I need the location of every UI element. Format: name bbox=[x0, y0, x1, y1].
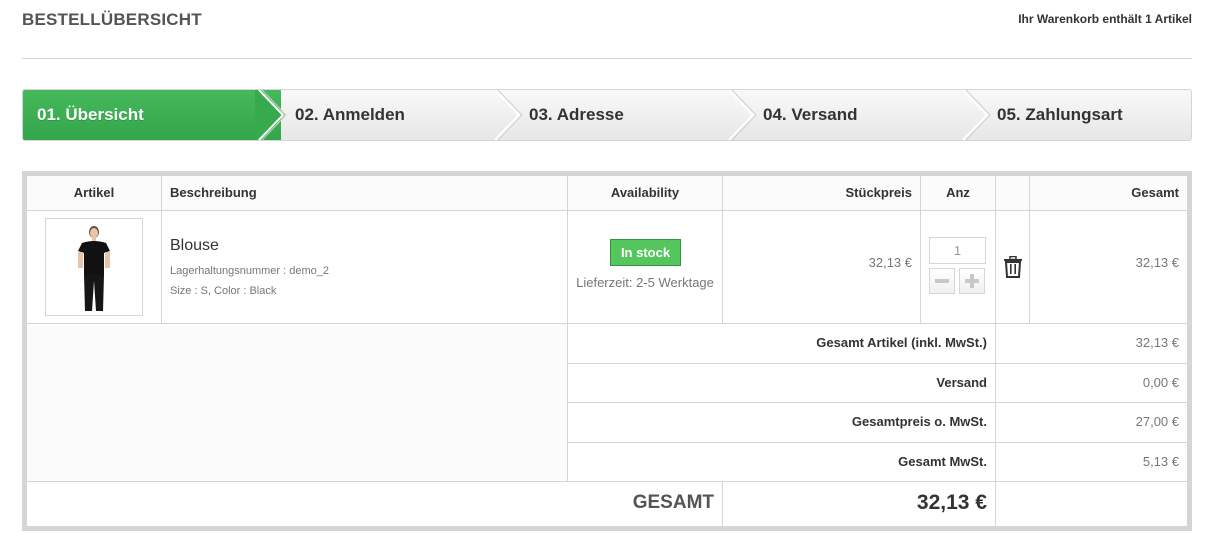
summary-empty-area bbox=[27, 324, 568, 482]
line-total-cell: 32,13 € bbox=[1030, 211, 1187, 324]
summary-shipping-value: 0,00 € bbox=[996, 364, 1187, 403]
plus-icon bbox=[965, 274, 979, 288]
line-total: 32,13 € bbox=[1135, 255, 1179, 270]
trash-icon[interactable] bbox=[1003, 256, 1023, 278]
header-quantity: Anz bbox=[921, 176, 996, 211]
product-image-cell bbox=[27, 211, 162, 324]
step-login[interactable]: 02. Anmelden bbox=[281, 90, 515, 140]
page-title: Bestellübersicht bbox=[22, 10, 202, 29]
stock-status-badge: In stock bbox=[610, 239, 681, 266]
step-address[interactable]: 03. Adresse bbox=[515, 90, 749, 140]
grand-total-empty bbox=[996, 482, 1187, 526]
summary-products-label: Gesamt Artikel (inkl. MwSt.) bbox=[568, 324, 996, 364]
checkout-steps: 01. Übersicht 02. Anmelden 03. Adresse 0… bbox=[22, 89, 1192, 141]
header-unit-price: Stückpreis bbox=[723, 176, 921, 211]
summary-net-value: 27,00 € bbox=[996, 403, 1187, 443]
summary-tax-label: Gesamt MwSt. bbox=[568, 443, 996, 482]
quantity-cell: 1 bbox=[921, 211, 996, 324]
delete-cell bbox=[996, 211, 1030, 324]
grand-total-value: 32,13 € bbox=[723, 482, 996, 526]
step-overview[interactable]: 01. Übersicht bbox=[23, 90, 281, 140]
header-artikel: Artikel bbox=[27, 176, 162, 211]
summary-products-value: 32,13 € bbox=[996, 324, 1187, 364]
product-name-link[interactable]: Blouse bbox=[170, 237, 219, 255]
delivery-time: Lieferzeit: 2-5 Werktage bbox=[576, 275, 714, 290]
header-beschreibung: Beschreibung bbox=[162, 176, 568, 211]
blouse-product-image bbox=[46, 219, 142, 315]
header-delete bbox=[996, 176, 1030, 211]
product-reference: Lagerhaltungsnummer : demo_2 bbox=[170, 265, 329, 277]
minus-icon bbox=[935, 279, 949, 283]
header-availability: Availability bbox=[568, 176, 723, 211]
summary-shipping-label: Versand bbox=[568, 364, 996, 403]
availability-cell: In stock Lieferzeit: 2-5 Werktage bbox=[568, 211, 723, 324]
step-payment[interactable]: 05. Zahlungsart bbox=[983, 90, 1191, 140]
header-total: Gesamt bbox=[1030, 176, 1187, 211]
quantity-decrease-button[interactable] bbox=[929, 268, 955, 294]
summary-tax-value: 5,13 € bbox=[996, 443, 1187, 482]
step-shipping[interactable]: 04. Versand bbox=[749, 90, 983, 140]
unit-price-cell: 32,13 € bbox=[723, 211, 921, 324]
summary-net-label: Gesamtpreis o. MwSt. bbox=[568, 403, 996, 443]
quantity-increase-button[interactable] bbox=[959, 268, 985, 294]
cart-summary-table: Artikel Beschreibung Availability Stückp… bbox=[22, 171, 1192, 531]
cart-item-count: Ihr Warenkorb enthält 1 Artikel bbox=[1018, 12, 1192, 26]
unit-price: 32,13 € bbox=[868, 255, 912, 270]
grand-total-label: GESAMT bbox=[27, 482, 723, 526]
quantity-input[interactable]: 1 bbox=[929, 237, 986, 264]
product-image[interactable] bbox=[45, 218, 143, 316]
product-description-cell: Blouse Lagerhaltungsnummer : demo_2 Size… bbox=[162, 211, 568, 324]
page-heading: Bestellübersicht Ihr Warenkorb enthält 1… bbox=[22, 10, 1192, 59]
product-attributes[interactable]: Size : S, Color : Black bbox=[170, 285, 276, 297]
